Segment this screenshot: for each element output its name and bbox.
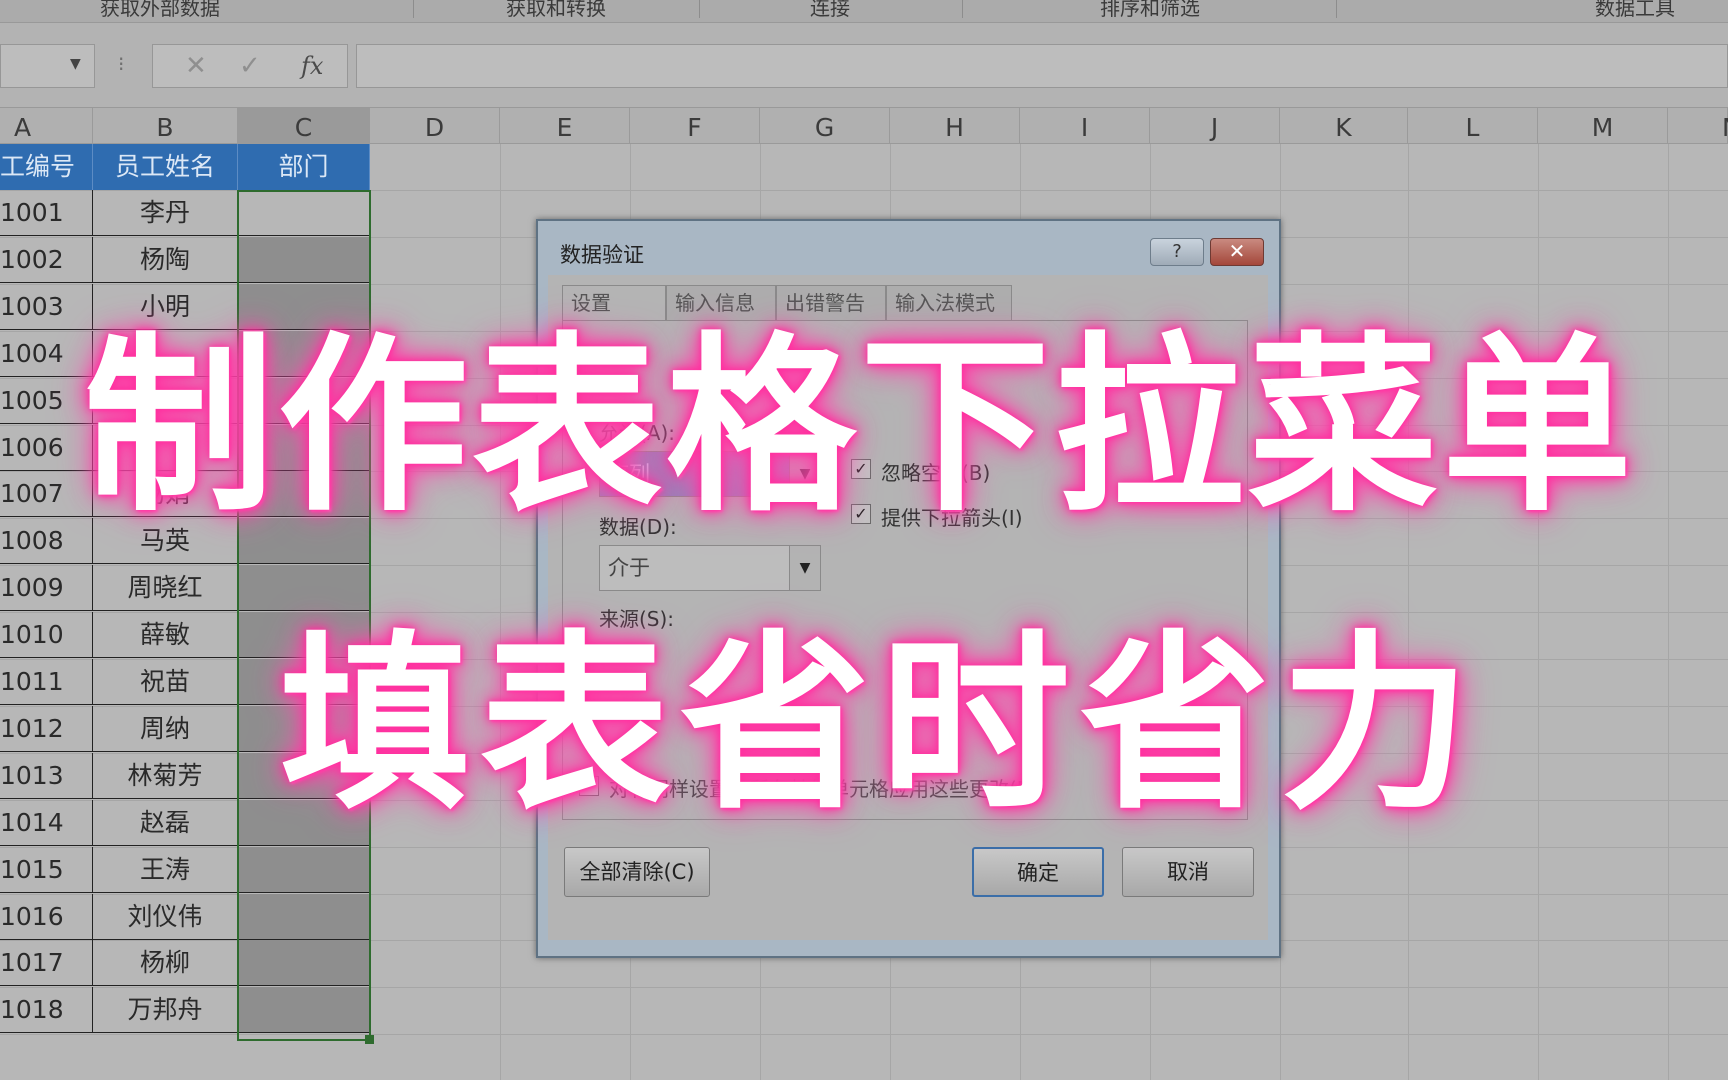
column-header-i[interactable]: I xyxy=(1020,108,1150,144)
cell-employee-name[interactable]: 周纳 xyxy=(93,705,238,752)
cell-employee-id[interactable]: 1004 xyxy=(0,330,93,377)
cell-employee-id[interactable]: 1002 xyxy=(0,236,93,283)
ribbon-separator xyxy=(699,0,700,18)
cell-employee-id[interactable]: 1001 xyxy=(0,190,93,236)
column-header-c[interactable]: C xyxy=(238,108,370,144)
cell-employee-name[interactable]: 杨柳 xyxy=(93,940,238,987)
column-header-a[interactable]: A xyxy=(0,108,93,144)
dialog-title: 数据验证 xyxy=(560,243,644,267)
column-header-m[interactable]: M xyxy=(1538,108,1668,144)
column-header-f[interactable]: F xyxy=(630,108,760,144)
column-header-d[interactable]: D xyxy=(370,108,500,144)
column-header-k[interactable]: K xyxy=(1280,108,1408,144)
ribbon-separator xyxy=(962,0,963,18)
column-header-j[interactable]: J xyxy=(1150,108,1280,144)
cell-employee-id[interactable]: 1010 xyxy=(0,612,93,659)
close-button[interactable]: ✕ xyxy=(1210,238,1264,266)
help-button[interactable]: ? xyxy=(1150,238,1204,266)
cell-employee-id[interactable]: 1013 xyxy=(0,752,93,799)
cell-employee-name[interactable]: 刘仪伟 xyxy=(93,893,238,940)
ribbon-group-get-external-data[interactable]: 获取外部数据 xyxy=(40,0,280,22)
cell-employee-id[interactable]: 1009 xyxy=(0,565,93,612)
column-header-h[interactable]: H xyxy=(890,108,1020,144)
header-cell-department[interactable]: 部门 xyxy=(238,144,370,190)
cell-employee-id[interactable]: 1016 xyxy=(0,893,93,940)
cell-employee-id[interactable]: 1007 xyxy=(0,471,93,518)
cancel-icon[interactable]: ✕ xyxy=(185,51,207,81)
cell-employee-id[interactable]: 1006 xyxy=(0,424,93,471)
cell-employee-id[interactable]: 1017 xyxy=(0,940,93,987)
cell-employee-id[interactable]: 1005 xyxy=(0,377,93,424)
formula-bar-buttons: ✕ ✓ fx xyxy=(152,44,348,88)
ribbon-separator xyxy=(1336,0,1337,18)
column-header-b[interactable]: B xyxy=(93,108,238,144)
enter-check-icon[interactable]: ✓ xyxy=(239,51,261,81)
cell-employee-name[interactable]: 李丹 xyxy=(93,190,238,236)
ribbon-group-get-transform[interactable]: 获取和转换 xyxy=(446,0,666,22)
column-header-e[interactable]: E xyxy=(500,108,630,144)
header-cell-employee-id[interactable]: 工编号 xyxy=(0,144,93,190)
cell-employee-name[interactable]: 林菊芳 xyxy=(93,752,238,799)
header-cell-employee-name[interactable]: 员工姓名 xyxy=(93,144,238,190)
ok-button[interactable]: 确定 xyxy=(972,847,1104,897)
cell-employee-name[interactable]: 王涛 xyxy=(93,846,238,893)
cell-employee-name[interactable]: 周晓红 xyxy=(93,565,238,612)
formula-input[interactable] xyxy=(356,44,1728,88)
formula-bar-grip-icon[interactable]: ⁝ xyxy=(118,52,124,76)
cell-employee-name[interactable]: 祝苗 xyxy=(93,659,238,705)
ribbon-group-data-tools[interactable]: 数据工具 xyxy=(1560,0,1710,22)
cell-employee-name[interactable]: 赵磊 xyxy=(93,799,238,846)
ribbon-group-bar: 获取外部数据 获取和转换 连接 排序和筛选 数据工具 xyxy=(0,0,1728,23)
headline-line-1: 制作表格下拉菜单 xyxy=(84,316,1637,537)
cell-employee-id[interactable]: 1008 xyxy=(0,518,93,565)
cell-employee-id[interactable]: 1018 xyxy=(0,987,93,1034)
clear-all-button[interactable]: 全部清除(C) xyxy=(564,847,710,897)
column-header-l[interactable]: L xyxy=(1408,108,1538,144)
ribbon-group-connections[interactable]: 连接 xyxy=(760,0,900,22)
cell-employee-id[interactable]: 1014 xyxy=(0,799,93,846)
insert-function-icon[interactable]: fx xyxy=(301,52,323,80)
cell-employee-id[interactable]: 1015 xyxy=(0,846,93,893)
cell-employee-name[interactable]: 薛敏 xyxy=(93,612,238,659)
headline-line-2: 填表省时省力 xyxy=(280,614,1481,835)
ribbon-group-sort-filter[interactable]: 排序和筛选 xyxy=(1030,0,1270,22)
cell-employee-id[interactable]: 1003 xyxy=(0,283,93,330)
cell-employee-id[interactable]: 1012 xyxy=(0,705,93,752)
cell-employee-id[interactable]: 1011 xyxy=(0,659,93,705)
ribbon-separator xyxy=(413,0,414,18)
cancel-button[interactable]: 取消 xyxy=(1122,847,1254,897)
fill-handle[interactable] xyxy=(365,1035,374,1044)
chevron-down-icon[interactable]: ▼ xyxy=(70,56,81,72)
column-header-n[interactable]: N xyxy=(1668,108,1728,144)
cell-employee-name[interactable]: 万邦舟 xyxy=(93,987,238,1034)
column-header-g[interactable]: G xyxy=(760,108,890,144)
